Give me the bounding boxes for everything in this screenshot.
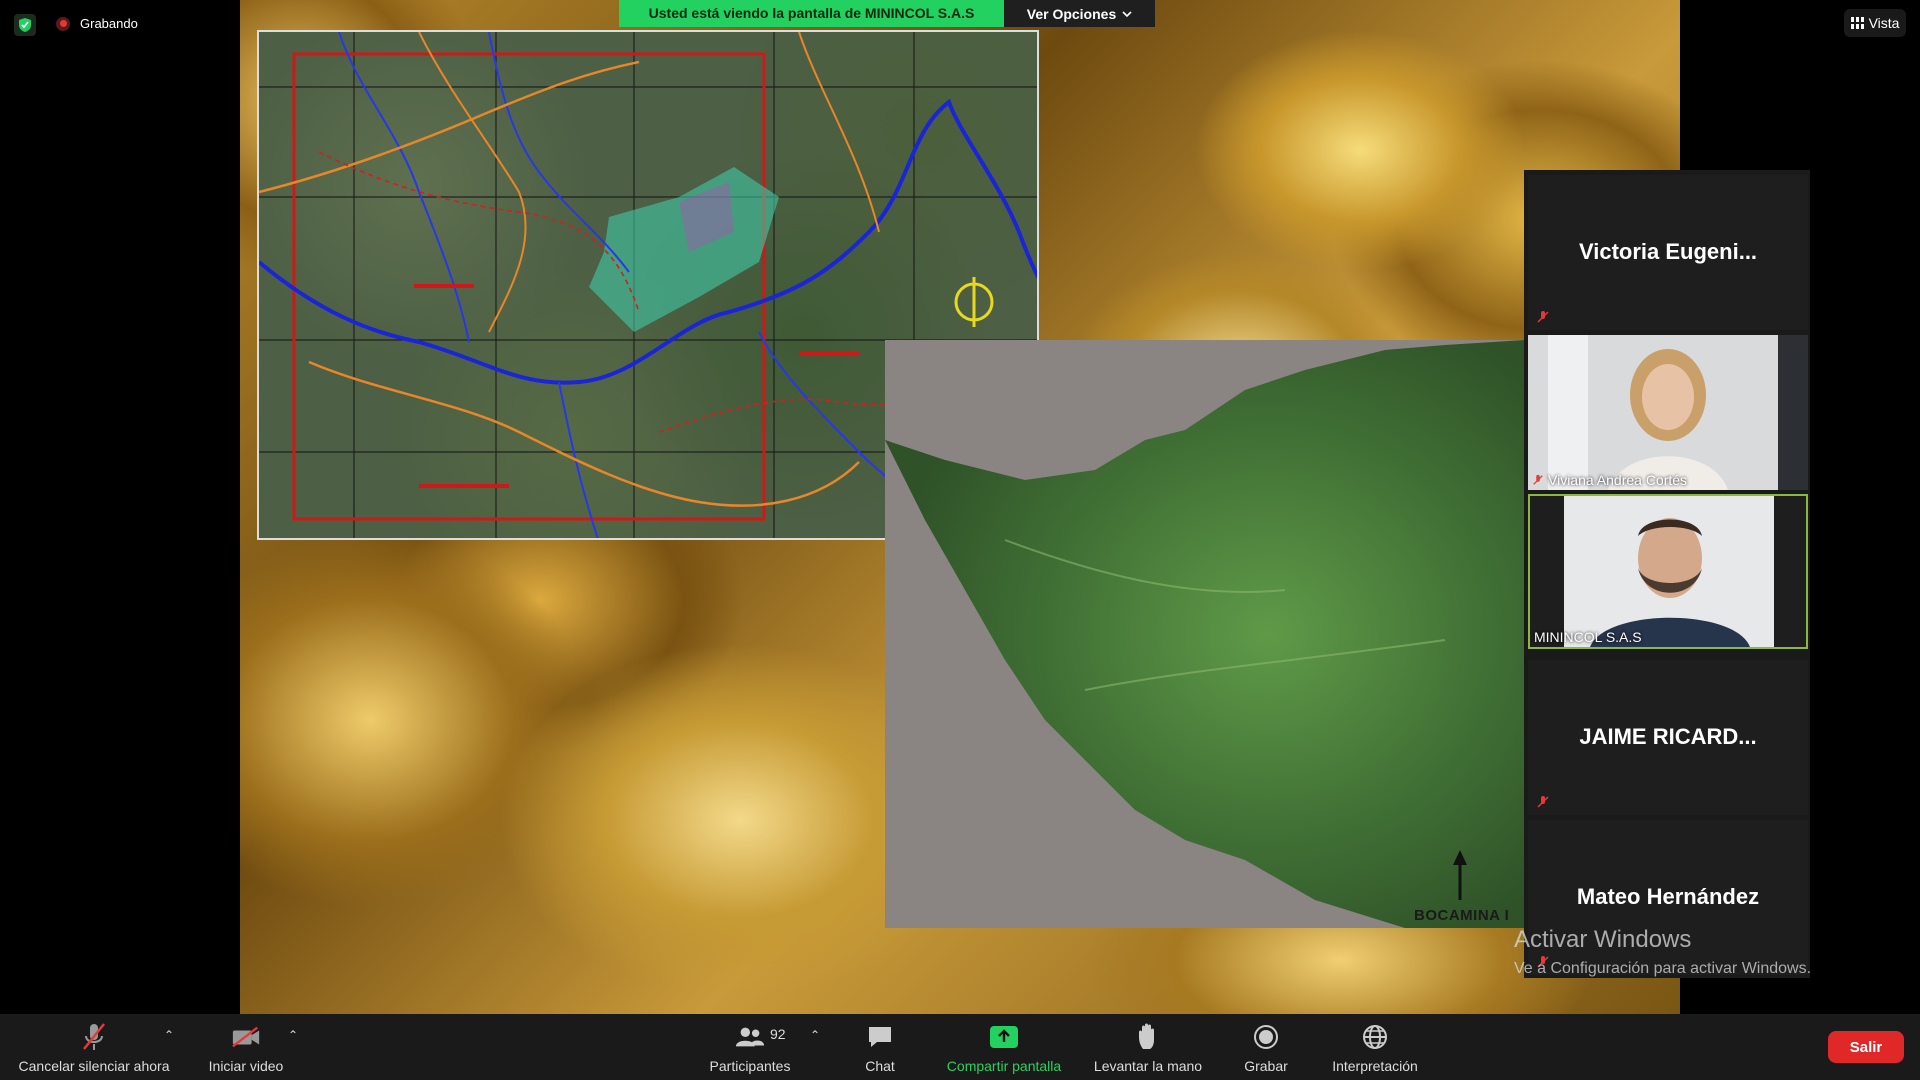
video-off-icon: [231, 1022, 261, 1052]
participant-name: Victoria Eugeni...: [1578, 239, 1758, 264]
muted-mic-icon: [1537, 311, 1549, 323]
participants-icon: [735, 1022, 765, 1052]
unmute-label: Cancelar silenciar ahora: [18, 1058, 170, 1074]
view-button[interactable]: Vista: [1844, 9, 1906, 37]
participant-tile-victoria[interactable]: Victoria Eugeni...: [1528, 175, 1808, 330]
participant-name: Viviana Andrea Cortés: [1548, 472, 1688, 488]
participant-tile-viviana[interactable]: Viviana Andrea Cortés: [1528, 335, 1808, 490]
start-video-button[interactable]: Iniciar video: [198, 1022, 294, 1074]
participants-label: Participantes: [709, 1058, 791, 1074]
view-button-label: Vista: [1868, 15, 1900, 31]
share-screen-icon: [989, 1022, 1019, 1052]
recording-label: Grabando: [80, 16, 138, 31]
grid-icon: [1850, 17, 1864, 29]
share-banner: Usted está viendo la pantalla de MININCO…: [619, 0, 1155, 27]
windows-activation-subtitle: Ve a Configuración para activar Windows.: [1514, 960, 1812, 977]
participant-video-minincol: [1530, 496, 1806, 647]
record-icon: [1251, 1022, 1281, 1052]
participant-tile-minincol[interactable]: MININCOL S.A.S: [1528, 494, 1808, 649]
globe-icon: [1360, 1022, 1390, 1052]
muted-mic-icon: [79, 1022, 109, 1052]
unmute-button[interactable]: Cancelar silenciar ahora: [12, 1022, 176, 1074]
meeting-toolbar: Cancelar silenciar ahora ⌃ Iniciar video…: [0, 1014, 1920, 1080]
share-screen-button[interactable]: Compartir pantalla: [938, 1022, 1070, 1074]
interpretation-label: Interpretación: [1332, 1058, 1418, 1074]
recording-indicator[interactable]: Grabando: [56, 16, 138, 31]
bocamina-label: BOCAMINA I: [1414, 907, 1510, 924]
terrain-3d-image: [885, 340, 1525, 928]
chat-label: Chat: [865, 1058, 895, 1074]
participant-tile-jaime[interactable]: JAIME RICARD...: [1528, 660, 1808, 815]
participants-count: 92: [770, 1026, 786, 1042]
participants-gallery: Victoria Eugeni... Viviana Andrea Cortés: [1524, 170, 1810, 978]
start-video-label: Iniciar video: [208, 1058, 284, 1074]
share-screen-label: Compartir pantalla: [946, 1058, 1062, 1074]
participant-video-viviana: [1528, 335, 1808, 490]
participant-name: JAIME RICARD...: [1579, 724, 1757, 749]
recording-dot-icon: [56, 16, 70, 31]
audio-options-caret-icon[interactable]: ⌃: [164, 1028, 174, 1042]
zoom-meeting-window: BOCAMINA I Victoria Eugeni... Viviana An…: [0, 0, 1920, 1080]
raise-hand-label: Levantar la mano: [1093, 1058, 1203, 1074]
participant-name: Mateo Hernández: [1576, 884, 1760, 909]
share-banner-text: Usted está viendo la pantalla de MININCO…: [619, 0, 1004, 27]
chevron-down-icon: [1122, 10, 1132, 17]
raise-hand-icon: [1133, 1022, 1163, 1052]
chat-button[interactable]: Chat: [856, 1022, 904, 1074]
record-button[interactable]: Grabar: [1240, 1022, 1292, 1074]
participant-name: MININCOL S.A.S: [1534, 629, 1642, 645]
muted-mic-icon: [1537, 796, 1549, 808]
security-shield-icon[interactable]: [14, 14, 36, 36]
muted-mic-icon: [1533, 474, 1543, 485]
chat-bubble-icon: [865, 1022, 895, 1052]
view-options-button[interactable]: Ver Opciones: [1004, 0, 1155, 27]
windows-activation-title: Activar Windows: [1514, 926, 1692, 953]
leave-button[interactable]: Salir: [1828, 1031, 1904, 1063]
interpretation-button[interactable]: Interpretación: [1322, 1022, 1428, 1074]
record-label: Grabar: [1244, 1058, 1288, 1074]
raise-hand-button[interactable]: Levantar la mano: [1088, 1022, 1208, 1074]
view-options-label: Ver Opciones: [1026, 5, 1117, 22]
participants-caret-icon[interactable]: ⌃: [810, 1028, 820, 1042]
video-options-caret-icon[interactable]: ⌃: [288, 1028, 298, 1042]
